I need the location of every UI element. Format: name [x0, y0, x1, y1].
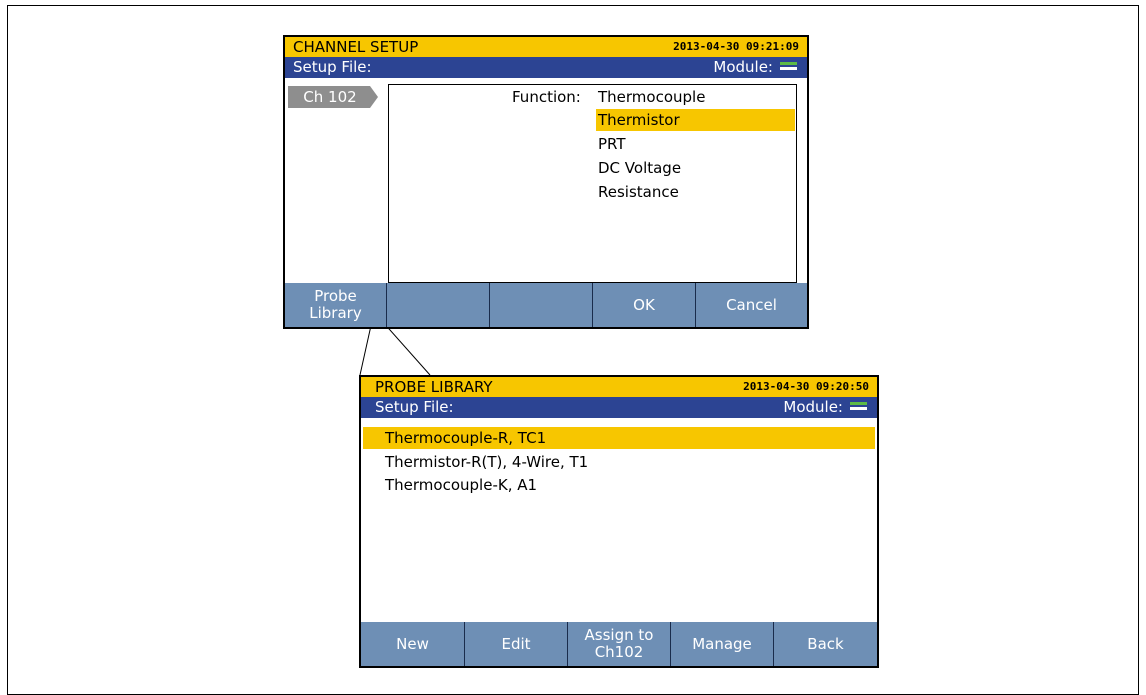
probe-library-softkey-bar: New Edit Assign to Ch102 Manage Back	[361, 622, 877, 666]
function-panel: Function: Thermocouple Thermistor PRT DC…	[388, 84, 797, 283]
softkey-3[interactable]	[489, 283, 592, 327]
function-option-thermocouple[interactable]: Thermocouple	[598, 86, 705, 108]
module-status-icon	[850, 402, 867, 413]
assign-button-line1: Assign to	[584, 626, 654, 644]
probe-item-thermocouple-r[interactable]: Thermocouple-R, TC1	[363, 427, 875, 449]
edit-button[interactable]: Edit	[464, 622, 567, 666]
channel-setup-softkey-bar: Probe Library OK Cancel	[285, 283, 807, 327]
screen-title: PROBE LIBRARY	[375, 378, 493, 396]
cancel-button[interactable]: Cancel	[695, 283, 807, 327]
timestamp: 2013-04-30 09:21:09	[673, 40, 799, 53]
probe-library-title-bar: PROBE LIBRARY 2013-04-30 09:20:50	[361, 377, 877, 397]
new-button[interactable]: New	[361, 622, 464, 666]
function-label: Function:	[512, 88, 581, 106]
manage-button[interactable]: Manage	[670, 622, 773, 666]
probe-library-screen: PROBE LIBRARY 2013-04-30 09:20:50 Setup …	[359, 375, 879, 668]
probe-item-thermocouple-k[interactable]: Thermocouple-K, A1	[385, 474, 537, 496]
channel-tab-label: Ch 102	[303, 88, 356, 106]
setup-file-label: Setup File:	[293, 58, 372, 76]
probe-library-info-bar: Setup File: Module:	[361, 397, 877, 418]
back-button[interactable]: Back	[773, 622, 877, 666]
function-option-resistance[interactable]: Resistance	[598, 181, 679, 203]
ok-button[interactable]: OK	[592, 283, 695, 327]
probe-library-button[interactable]: Probe Library	[285, 283, 386, 327]
assign-button-line2: Ch102	[594, 643, 644, 661]
channel-setup-screen: CHANNEL SETUP 2013-04-30 09:21:09 Setup …	[283, 35, 809, 329]
function-option-dc-voltage[interactable]: DC Voltage	[598, 157, 681, 179]
probe-library-button-line1: Probe	[314, 287, 357, 305]
module-label: Module:	[783, 398, 843, 416]
softkey-2[interactable]	[386, 283, 489, 327]
probe-library-button-line2: Library	[309, 304, 362, 322]
channel-setup-title-bar: CHANNEL SETUP 2013-04-30 09:21:09	[285, 37, 807, 57]
screen-title: CHANNEL SETUP	[293, 38, 419, 56]
module-label: Module:	[713, 58, 773, 76]
setup-file-label: Setup File:	[375, 398, 454, 416]
function-option-prt[interactable]: PRT	[598, 133, 626, 155]
function-option-thermistor[interactable]: Thermistor	[596, 109, 795, 131]
timestamp: 2013-04-30 09:20:50	[743, 380, 869, 393]
probe-item-thermistor-r[interactable]: Thermistor-R(T), 4-Wire, T1	[385, 451, 588, 473]
assign-to-channel-button[interactable]: Assign to Ch102	[567, 622, 670, 666]
probe-list: Thermocouple-R, TC1 Thermistor-R(T), 4-W…	[361, 418, 877, 622]
channel-tab[interactable]: Ch 102	[288, 86, 378, 108]
channel-setup-info-bar: Setup File: Module:	[285, 57, 807, 78]
module-status-icon	[780, 62, 797, 73]
